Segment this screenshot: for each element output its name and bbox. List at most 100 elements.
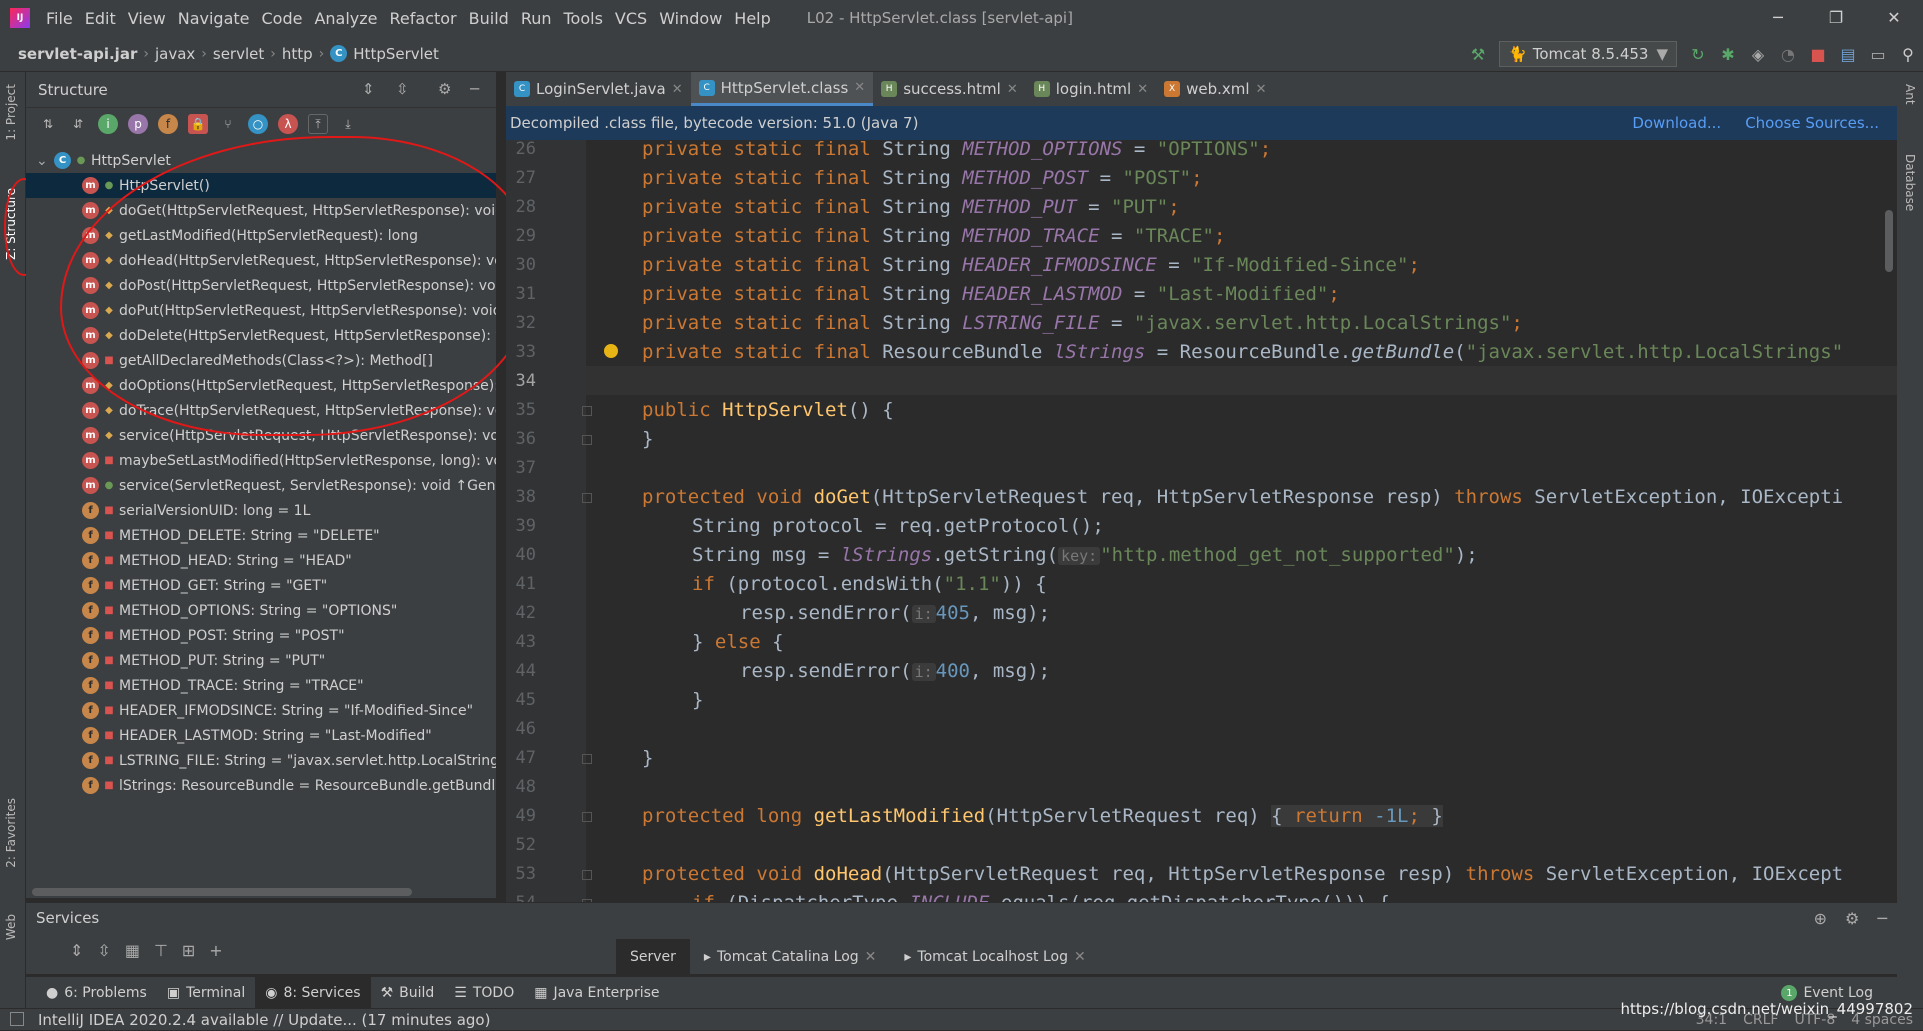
group-icon[interactable]: ▦ (125, 941, 140, 960)
close-tab-icon[interactable]: ✕ (1137, 82, 1148, 97)
profile-icon[interactable]: ◔ (1773, 45, 1803, 64)
breadcrumb-servlet[interactable]: servlet (213, 45, 264, 63)
autoscroll-from-source-icon[interactable]: ⤓ (338, 114, 358, 134)
fold-marker-icon[interactable] (582, 870, 592, 880)
menu-build[interactable]: Build (463, 9, 515, 28)
bottom-tool-tab[interactable]: ⚒ Build (371, 977, 445, 1009)
bottom-tool-tab[interactable]: ● 6: Problems (36, 977, 157, 1009)
status-message[interactable]: IntelliJ IDEA 2020.2.4 available // Upda… (38, 1011, 490, 1029)
deploy-icon[interactable]: ⊞ (182, 941, 195, 960)
maximize-button[interactable]: ❐ (1807, 0, 1865, 36)
tree-field-item[interactable]: f ■ METHOD_DELETE: String = "DELETE" (26, 523, 496, 548)
build-hammer-icon[interactable]: ⚒ (1463, 45, 1493, 64)
gear-icon[interactable]: ⚙ (1845, 909, 1859, 928)
show-fields-icon[interactable]: f (158, 114, 178, 134)
menu-vcs[interactable]: VCS (609, 9, 653, 28)
bottom-tool-tab[interactable]: ▣ Terminal (157, 977, 255, 1009)
menu-view[interactable]: View (122, 9, 172, 28)
editor-tab[interactable]: Hlogin.html ✕ (1026, 72, 1156, 106)
close-tab-icon[interactable]: ✕ (1074, 949, 1086, 965)
close-tab-icon[interactable]: ✕ (1256, 82, 1267, 97)
crosshair-icon[interactable]: ⊕ (1814, 909, 1827, 928)
bottom-tool-tab[interactable]: ☰ TODO (444, 977, 524, 1009)
close-tab-icon[interactable]: ✕ (1007, 82, 1018, 97)
choose-sources-link[interactable]: Choose Sources... (1745, 114, 1879, 132)
coverage-icon[interactable]: ◈ (1743, 45, 1773, 64)
expand-all-icon[interactable]: ⇕ (70, 941, 83, 960)
tool-tab-web[interactable]: Web (4, 914, 18, 940)
fold-marker-icon[interactable] (582, 406, 592, 416)
show-anonymous-icon[interactable]: ○ (248, 114, 268, 134)
close-tab-icon[interactable]: ✕ (865, 949, 877, 965)
show-properties-icon[interactable]: p (128, 114, 148, 134)
breadcrumb-class[interactable]: HttpServlet (353, 45, 439, 63)
editor-tab[interactable]: Hsuccess.html ✕ (873, 72, 1026, 106)
bottom-tool-tab[interactable]: ◉ 8: Services (255, 976, 371, 1009)
project-structure-icon[interactable]: ▤ (1833, 45, 1863, 64)
expand-all-icon[interactable]: ⇕ (362, 80, 375, 98)
sort-alpha-icon[interactable]: ⇵ (68, 114, 88, 134)
filter-icon[interactable]: ⊤ (154, 941, 168, 960)
tree-field-item[interactable]: f ■ LSTRING_FILE: String = "javax.servlet.… (26, 748, 496, 773)
close-tab-icon[interactable]: ✕ (854, 80, 865, 95)
menu-help[interactable]: Help (728, 9, 776, 28)
tree-field-item[interactable]: f ■ METHOD_POST: String = "POST" (26, 623, 496, 648)
breadcrumb-http[interactable]: http (282, 45, 313, 63)
menu-analyze[interactable]: Analyze (308, 9, 383, 28)
tree-field-item[interactable]: f ■ METHOD_GET: String = "GET" (26, 573, 496, 598)
tree-method-item[interactable]: m ● service(ServletRequest, ServletRespons… (26, 473, 496, 498)
sort-visibility-icon[interactable]: ⇅ (38, 114, 58, 134)
autoscroll-to-source-icon[interactable]: ⤒ (308, 114, 328, 134)
tree-field-item[interactable]: f ■ lStrings: ResourceBundle = ResourceBun… (26, 773, 496, 798)
tree-field-item[interactable]: f ■ METHOD_OPTIONS: String = "OPTIONS" (26, 598, 496, 623)
breadcrumb-jar[interactable]: servlet-api.jar (18, 45, 137, 63)
fold-marker-icon[interactable] (582, 493, 592, 503)
tool-tab-ant[interactable]: Ant (1903, 84, 1917, 105)
tree-field-item[interactable]: f ■ serialVersionUID: long = 1L (26, 498, 496, 523)
menu-edit[interactable]: Edit (79, 9, 122, 28)
menu-code[interactable]: Code (256, 9, 309, 28)
menu-refactor[interactable]: Refactor (384, 9, 463, 28)
show-lambdas-icon[interactable]: ⑂ (218, 114, 238, 134)
toggle-tool-windows-icon[interactable] (10, 1012, 24, 1026)
menu-file[interactable]: File (40, 9, 79, 28)
menu-window[interactable]: Window (653, 9, 728, 28)
editor-tab[interactable]: C HttpServlet.class ✕ (690, 72, 874, 106)
tree-field-item[interactable]: f ■ METHOD_PUT: String = "PUT" (26, 648, 496, 673)
lightbulb-icon[interactable] (604, 344, 618, 358)
minimize-button[interactable]: ─ (1749, 0, 1807, 36)
tree-field-item[interactable]: f ■ HEADER_IFMODSINCE: String = "If-Modifi… (26, 698, 496, 723)
tree-field-item[interactable]: f ■ HEADER_LASTMOD: String = "Last-Modifie… (26, 723, 496, 748)
close-button[interactable]: ✕ (1865, 0, 1923, 36)
add-icon[interactable]: + (209, 941, 222, 960)
menu-run[interactable]: Run (515, 9, 558, 28)
rerun-icon[interactable]: ↻ (1683, 45, 1713, 64)
services-tab[interactable]: ▸ Tomcat Localhost Log ✕ (890, 939, 1099, 975)
tree-horizontal-scrollbar[interactable] (32, 888, 412, 896)
services-tab[interactable]: ▸ Tomcat Catalina Log ✕ (690, 939, 890, 975)
breadcrumb-javax[interactable]: javax (155, 45, 195, 63)
show-inherited-icon[interactable]: i (98, 114, 118, 134)
editor-vertical-scrollbar[interactable] (1885, 210, 1893, 272)
layout-icon[interactable]: ▭ (1863, 45, 1893, 64)
run-config-select[interactable]: 🐈 Tomcat 8.5.453 ▼ (1499, 41, 1677, 67)
tool-tab-database[interactable]: Database (1903, 154, 1917, 211)
collapse-all-icon[interactable]: ⇳ (396, 80, 409, 98)
menu-tools[interactable]: Tools (558, 9, 609, 28)
fold-marker-icon[interactable] (582, 812, 592, 822)
services-tab[interactable]: Server (616, 939, 690, 975)
search-icon[interactable]: ⚲ (1893, 45, 1923, 64)
collapse-all-icon[interactable]: ⇳ (97, 941, 110, 960)
tool-tab-favorites[interactable]: 2: Favorites (4, 798, 18, 868)
hide-panel-icon[interactable]: ─ (1877, 909, 1887, 928)
show-non-public-icon[interactable]: 🔒 (188, 114, 208, 134)
tool-tab-project[interactable]: 1: Project (4, 84, 18, 141)
editor-tab[interactable]: C LoginServlet.java ✕ (506, 72, 691, 106)
code-editor[interactable]: 26 27 28 29 30 31 32 33 34 35 36 37 38 39 40 41 42 43 44 45… (506, 140, 1897, 902)
menu-navigate[interactable]: Navigate (172, 9, 256, 28)
tree-method-item[interactable]: m ■ maybeSetLastModified(HttpServletRespon… (26, 448, 496, 473)
gear-icon[interactable]: ⚙ (438, 80, 451, 98)
stop-icon[interactable]: ■ (1803, 45, 1833, 64)
close-tab-icon[interactable]: ✕ (672, 82, 683, 97)
editor-tab[interactable]: Xweb.xml ✕ (1156, 72, 1274, 106)
